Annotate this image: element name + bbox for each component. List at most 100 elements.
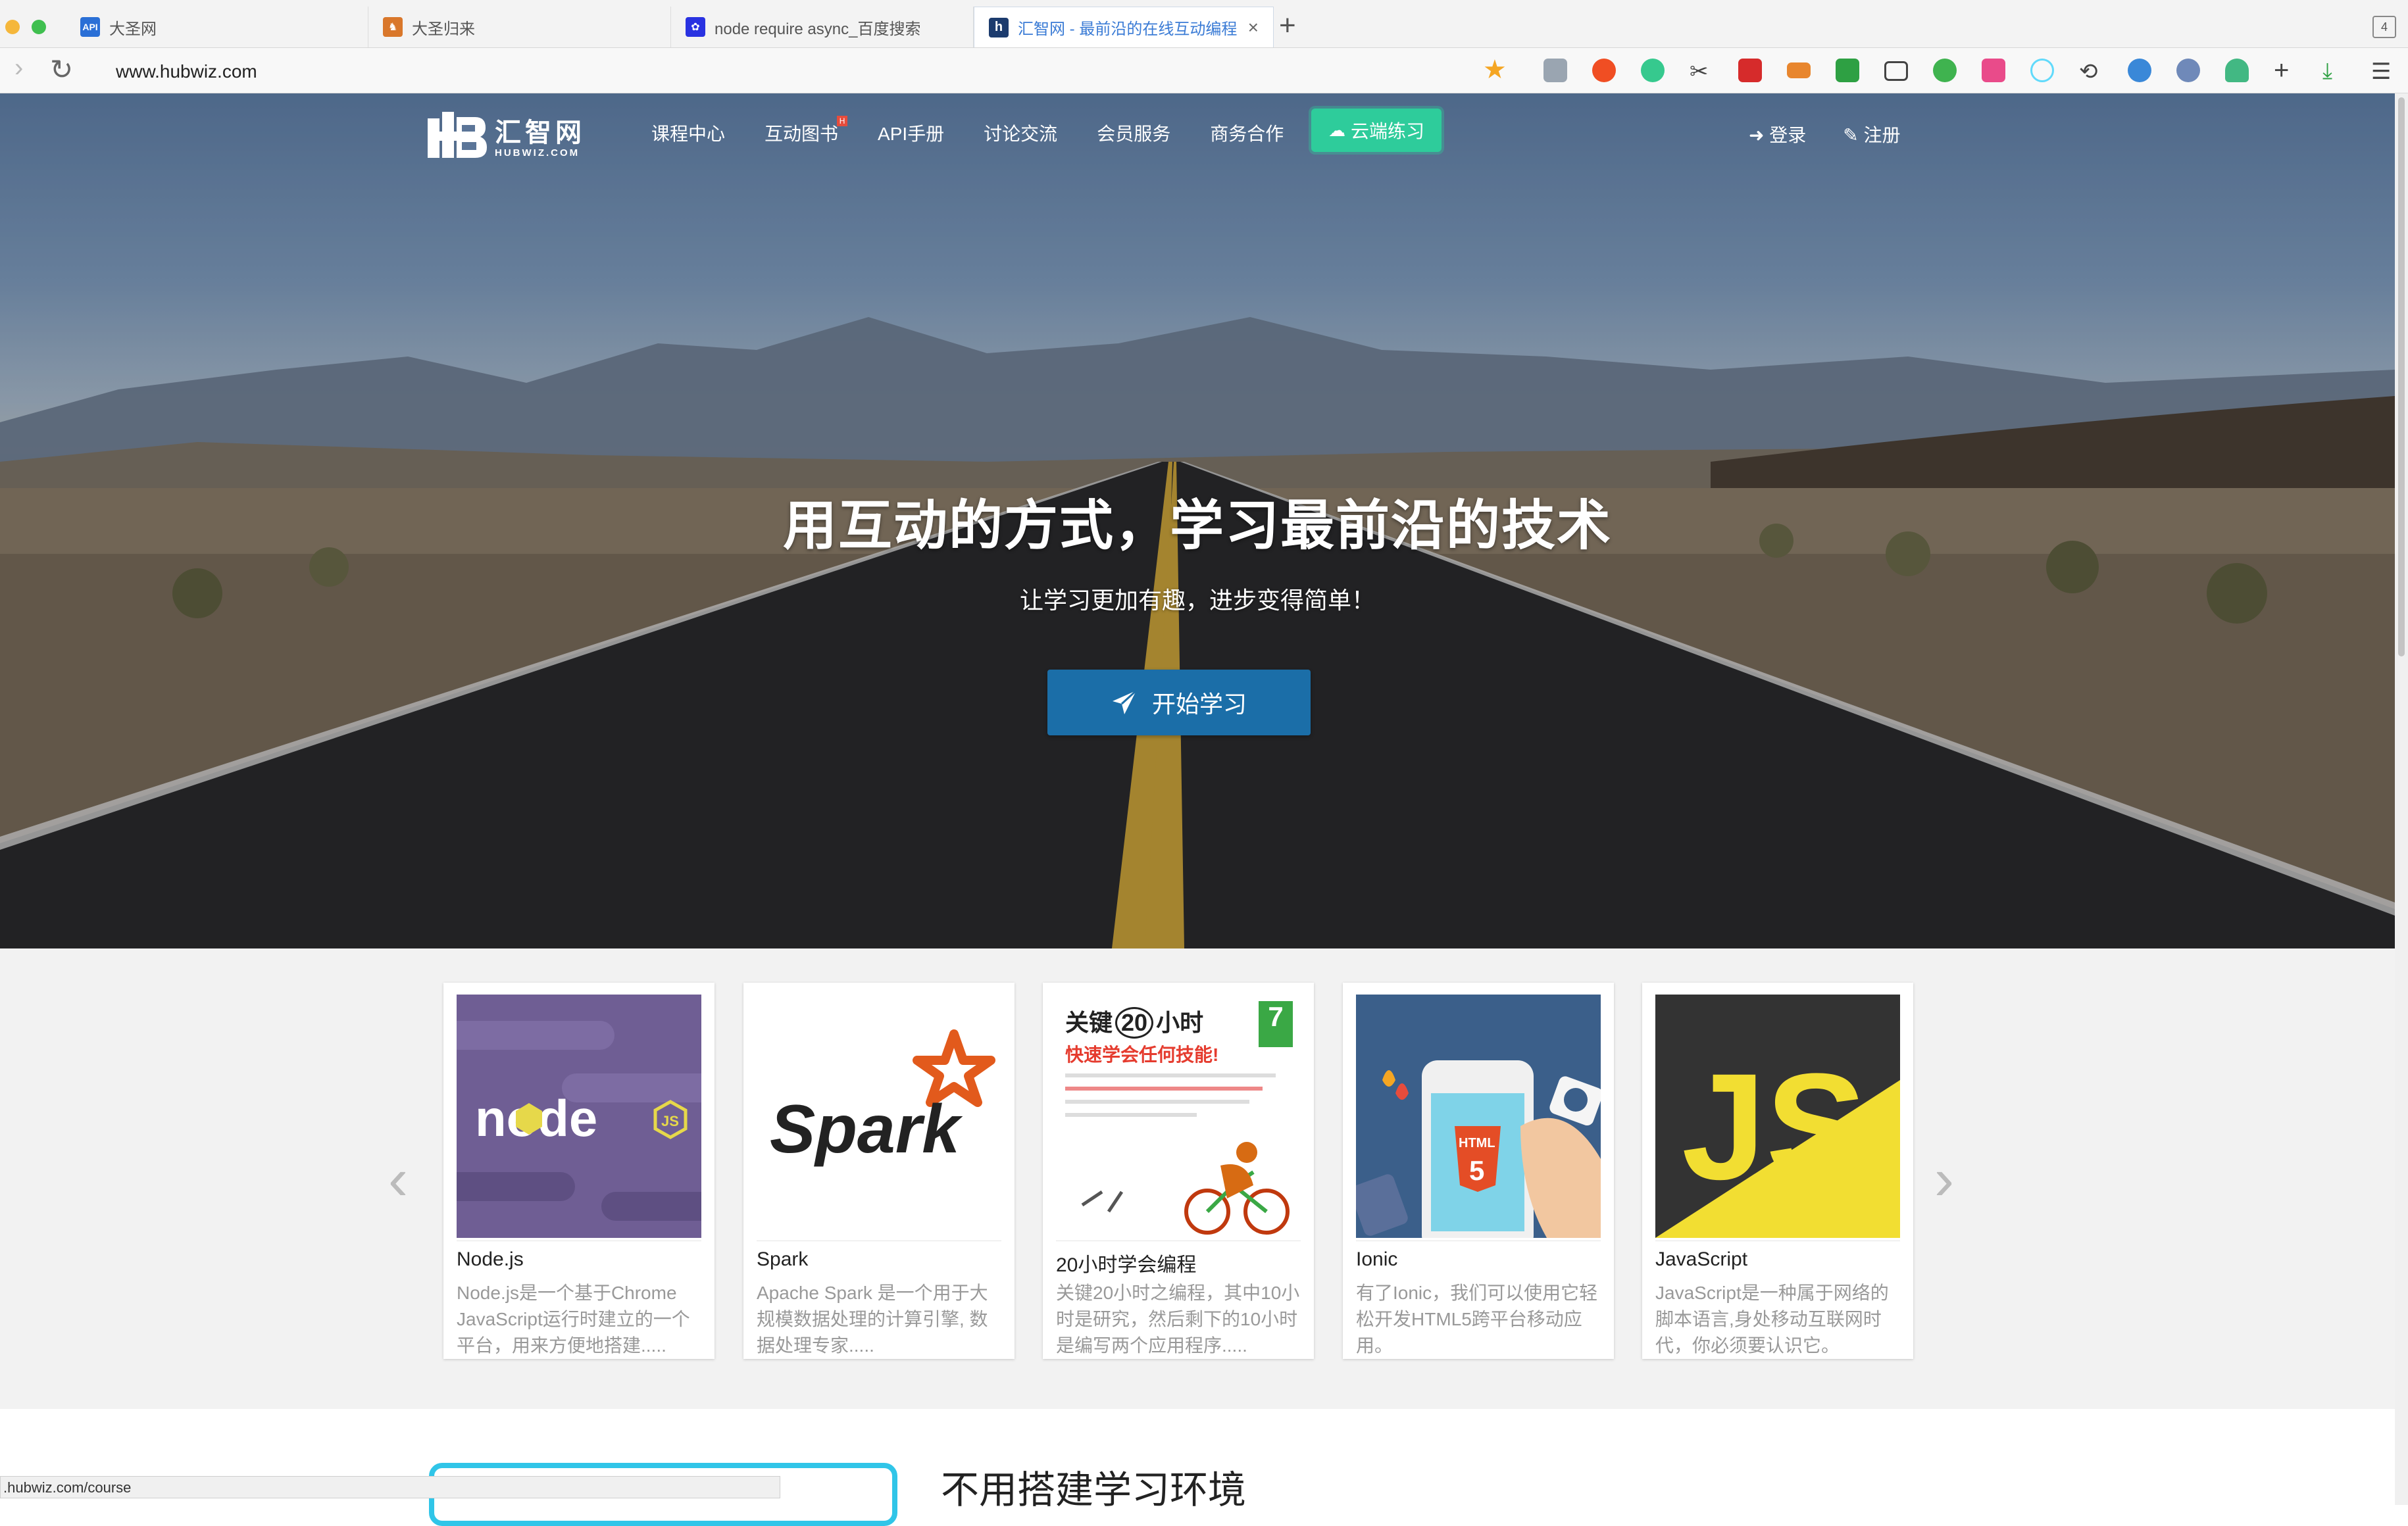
page-scrollbar[interactable] (2395, 93, 2408, 1505)
address-bar: › ↻ www.hubwiz.com ★ ✂ ⟲ + ⤓ ☰ (0, 48, 2408, 93)
extension-green-square-icon[interactable] (1836, 59, 1859, 82)
bookmark-star-icon[interactable]: ★ (1483, 55, 1507, 85)
nav-api-manual[interactable]: API手册 (878, 120, 944, 146)
book-title-part-b: 小时 (1156, 1009, 1204, 1036)
extension-compass-icon[interactable] (2176, 59, 2200, 82)
browser-tab-bar: API 大圣网 ♞ 大圣归来 ✿ node require async_百度搜索… (0, 0, 2408, 48)
course-card-nodejs[interactable]: node JS Node.js Node.js是一个基于Chrome JavaS… (443, 983, 715, 1359)
hot-badge: H (837, 116, 848, 126)
extension-fe-icon[interactable] (1738, 59, 1762, 82)
extension-kanban-icon[interactable] (1982, 59, 2005, 82)
logo-english-name: HUBWIZ.COM (495, 147, 580, 159)
course-title: JavaScript (1655, 1248, 1748, 1270)
sign-in-icon: ➜ (1749, 125, 1765, 145)
nav-membership[interactable]: 会员服务 (1097, 120, 1170, 146)
hubwiz-h-icon: h (989, 17, 1009, 37)
course-description: 关键20小时之编程，其中10小时是研究，然后剩下的10小时是编写两个应用程序..… (1056, 1283, 1300, 1356)
tab-dasheng-guilai[interactable]: ♞ 大圣归来 (368, 7, 671, 47)
course-card-ionic[interactable]: HTML 5 Ionic 有了Ionic，我们可以使用它轻松开发HTML5跨平台… (1343, 983, 1614, 1359)
javascript-thumbnail: JS (1655, 995, 1900, 1238)
extension-atom-icon[interactable] (1543, 59, 1567, 82)
book-subtitle: 快速学会任何技能! (1065, 1045, 1219, 1065)
section-heading: 不用搭建学习环境 (941, 1469, 1247, 1512)
cyclist-illustration (1081, 1142, 1290, 1235)
paper-plane-icon (1112, 689, 1137, 714)
book-text-line (1065, 1087, 1263, 1091)
course-title: Node.js (457, 1248, 524, 1270)
url-field[interactable]: www.hubwiz.com (116, 61, 257, 82)
nav-interactive-books[interactable]: 互动图书 H (765, 116, 848, 146)
carousel-prev-arrow[interactable]: ‹ (388, 1146, 408, 1214)
extension-vue-icon[interactable] (2225, 59, 2249, 82)
hero-subtitle: 让学习更加有趣，进步变得简单！ (1019, 587, 1375, 614)
window-minimize-button[interactable] (5, 20, 20, 34)
new-tab-plus-icon[interactable]: + (1279, 9, 1296, 42)
nav-label: 互动图书 (765, 124, 839, 144)
course-title: Ionic (1356, 1248, 1398, 1270)
reload-icon[interactable]: ↻ (50, 53, 73, 86)
hero-title: 用互动的方式，学习最前沿的技术 (782, 496, 1612, 556)
carousel-next-arrow[interactable]: › (1934, 1146, 1954, 1214)
api-icon: API (80, 17, 100, 37)
cloud-practice-button[interactable]: ☁ 云端练习 (1311, 109, 1442, 152)
ionic-thumbnail: HTML 5 (1356, 995, 1601, 1238)
course-carousel: ‹ › node JS Node.js Node.js是一个基于Chrome J… (0, 948, 2395, 1409)
tab-baidu-search[interactable]: ✿ node require async_百度搜索 (671, 7, 974, 47)
js-text: JS (1682, 1042, 1867, 1211)
extension-plus-icon[interactable]: + (2274, 57, 2297, 84)
extension-react-icon[interactable] (2030, 59, 2054, 82)
start-learning-button[interactable]: 开始学习 (1047, 670, 1311, 735)
ionic-phone-illustration: HTML 5 (1356, 1060, 1601, 1238)
course-card-spark[interactable]: Spark Spark Apache Spark 是一个用于大规模数据处理的计算… (743, 983, 1015, 1359)
extension-target-icon[interactable] (1641, 59, 1665, 82)
nav-business[interactable]: 商务合作 (1210, 120, 1284, 146)
tab-dasheng[interactable]: API 大圣网 (66, 7, 368, 47)
course-card-javascript[interactable]: JS JavaScript JavaScript是一种属于网络的脚本语言,身处移… (1642, 983, 1913, 1359)
nodejs-thumbnail: node JS (457, 995, 701, 1238)
auth-links: ➜ 登录 ✎ 注册 (1749, 121, 1938, 147)
nav-course-center[interactable]: 课程中心 (651, 120, 725, 146)
extension-wechat-icon[interactable] (1933, 59, 1957, 82)
extension-globe-icon[interactable] (2128, 59, 2151, 82)
monkey-icon: ♞ (383, 17, 403, 37)
login-link[interactable]: ➜ 登录 (1749, 121, 1806, 147)
extension-undo-icon[interactable]: ⟲ (2079, 59, 2103, 84)
book-text-line (1065, 1100, 1249, 1104)
extension-download-icon[interactable]: ⤓ (2322, 59, 2346, 84)
logo-text: 汇智网 HUBWIZ.COM (495, 118, 586, 159)
tab-hubwiz[interactable]: h 汇智网 - 最前沿的在线互动编程 × (974, 7, 1274, 47)
nav-discussion[interactable]: 讨论交流 (984, 120, 1057, 146)
site-logo[interactable]: 汇智网 HUBWIZ.COM (428, 112, 586, 164)
course-description: 有了Ionic，我们可以使用它轻松开发HTML5跨平台移动应用。 (1356, 1283, 1598, 1356)
book-cover-thumbnail: 关键 20 小时 快速学会任何技能! 7 (1056, 995, 1301, 1238)
menu-hamburger-icon[interactable]: ☰ (2371, 59, 2395, 84)
extension-scissors-icon[interactable]: ✂ (1690, 59, 1713, 84)
close-icon[interactable]: × (1238, 17, 1259, 38)
extension-infinity-icon[interactable] (1592, 59, 1616, 82)
html5-number: 5 (1469, 1155, 1484, 1186)
extension-screen-icon[interactable] (1884, 61, 1908, 81)
tab-title: 大圣网 (109, 20, 157, 38)
course-description: Apache Spark 是一个用于大规模数据处理的计算引擎, 数据处理专家..… (757, 1283, 988, 1356)
hero-banner: 汇智网 HUBWIZ.COM 课程中心 互动图书 H API手册 讨论交流 会员… (0, 93, 2395, 948)
start-button-label: 开始学习 (1151, 691, 1247, 718)
course-title: 20小时学会编程 (1056, 1254, 1197, 1276)
back-arrow-icon[interactable]: › (14, 53, 23, 83)
login-label: 登录 (1769, 125, 1807, 145)
window-zoom-button[interactable] (32, 20, 46, 34)
spark-thumbnail: Spark (757, 995, 1001, 1238)
course-card-20-hours[interactable]: 关键 20 小时 快速学会任何技能! 7 20小时学会编程 关键20小时之编程，其中… (1043, 983, 1314, 1359)
main-nav: 课程中心 互动图书 H API手册 讨论交流 会员服务 商务合作 (651, 116, 1323, 146)
js-logo-icon: JS (1655, 1042, 1900, 1238)
cloud-button-label: 云端练习 (1350, 121, 1424, 141)
tab-count-badge[interactable]: 4 (2372, 16, 2396, 38)
nodejs-logo-icon: node JS (457, 1021, 701, 1221)
publisher-badge: 7 (1259, 1001, 1293, 1047)
extension-xml-icon[interactable] (1787, 62, 1811, 78)
spark-logo-icon: Spark (770, 1029, 995, 1168)
scrollbar-thumb[interactable] (2398, 97, 2405, 656)
course-title: Spark (757, 1248, 809, 1270)
spark-text: Spark (770, 1091, 963, 1168)
course-description: JavaScript是一种属于网络的脚本语言,身处移动互联网时代，你必须要认识它… (1655, 1283, 1889, 1356)
register-link[interactable]: ✎ 注册 (1843, 121, 1900, 147)
